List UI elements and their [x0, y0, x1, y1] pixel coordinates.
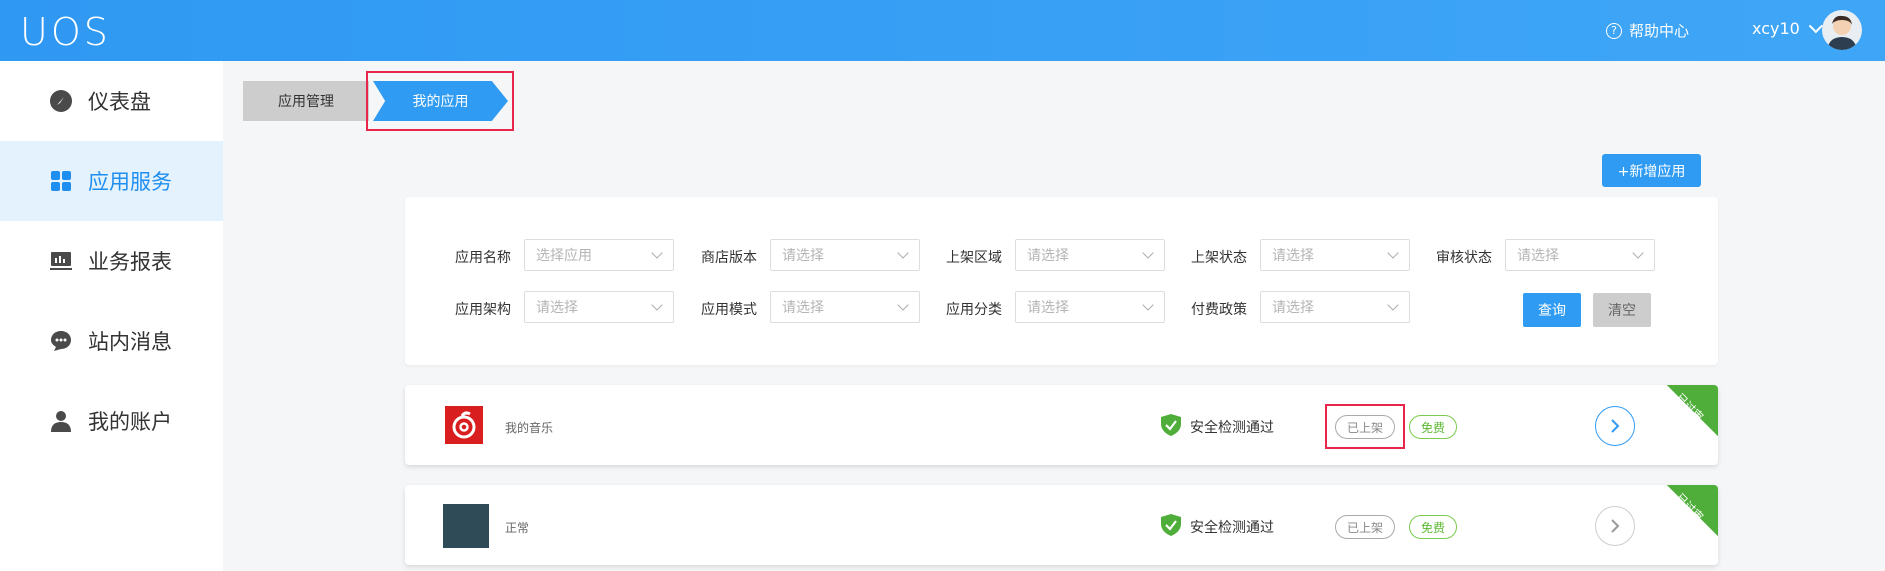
- query-button[interactable]: 查询: [1523, 293, 1581, 327]
- user-menu[interactable]: xcy10: [1752, 18, 1823, 38]
- shield-check-icon: [1160, 513, 1182, 541]
- region-select[interactable]: 请选择: [1015, 239, 1165, 271]
- select-placeholder: 选择应用: [536, 248, 592, 264]
- select-placeholder: 请选择: [782, 248, 824, 264]
- app-name-select[interactable]: 选择应用: [524, 239, 674, 271]
- select-placeholder: 请选择: [1517, 248, 1559, 264]
- sidebar-item-reports[interactable]: 业务报表: [0, 221, 223, 301]
- sidebar-item-label: 应用服务: [88, 170, 172, 194]
- filter-panel: 应用名称 选择应用 商店版本 请选择 上架区域 请选择 上架状态 请选择 审核状…: [405, 197, 1718, 365]
- chevron-down-icon: [897, 247, 909, 259]
- chevron-down-icon: [1142, 299, 1154, 311]
- chevron-down-icon: [1387, 247, 1399, 259]
- pricing-select[interactable]: 请选择: [1260, 291, 1410, 323]
- app-row[interactable]: 正常 安全检测通过 已上架 免费 已过审: [405, 485, 1718, 565]
- filter-label-shelf-status: 上架状态: [1191, 250, 1247, 266]
- detail-button[interactable]: [1595, 406, 1635, 446]
- filter-label-pricing: 付费政策: [1191, 302, 1247, 318]
- filter-label-app-name: 应用名称: [455, 250, 511, 266]
- monitor-icon: [48, 248, 74, 274]
- filter-label-region: 上架区域: [946, 250, 1002, 266]
- filter-label-category: 应用分类: [946, 302, 1002, 318]
- price-badge: 免费: [1409, 515, 1458, 539]
- highlight-box: [1325, 404, 1405, 449]
- mode-select[interactable]: 请选择: [770, 291, 920, 323]
- dashboard-icon: [48, 88, 74, 114]
- help-label: 帮助中心: [1629, 22, 1690, 40]
- select-placeholder: 请选择: [1272, 248, 1314, 264]
- sidebar-item-dashboard[interactable]: 仪表盘: [0, 61, 223, 141]
- filter-label-mode: 应用模式: [701, 302, 757, 318]
- filter-label-store-version: 商店版本: [701, 250, 757, 266]
- select-placeholder: 请选择: [1027, 300, 1069, 316]
- select-placeholder: 请选择: [1272, 300, 1314, 316]
- arch-select[interactable]: 请选择: [524, 291, 674, 323]
- filter-label-arch: 应用架构: [455, 302, 511, 318]
- select-placeholder: 请选择: [1027, 248, 1069, 264]
- clear-button[interactable]: 清空: [1593, 293, 1651, 327]
- message-icon: [48, 328, 74, 354]
- app-icon: [443, 504, 489, 548]
- top-header: UOS ? 帮助中心 xcy10: [0, 0, 1885, 61]
- store-version-select[interactable]: 请选择: [770, 239, 920, 271]
- sidebar-item-label: 站内消息: [88, 330, 172, 354]
- select-placeholder: 请选择: [536, 300, 578, 316]
- sidebar-item-app-service[interactable]: 应用服务: [0, 141, 223, 221]
- sidebar-item-label: 仪表盘: [88, 90, 151, 114]
- help-center-link[interactable]: ? 帮助中心: [1606, 20, 1689, 41]
- security-label: 安全检测通过: [1190, 520, 1274, 536]
- grid-icon: [48, 168, 74, 194]
- app-row[interactable]: 我的音乐 安全检测通过 已上架 免费 已过审: [405, 385, 1718, 465]
- add-app-button[interactable]: +新增应用: [1602, 154, 1701, 187]
- chevron-down-icon: [1142, 247, 1154, 259]
- select-placeholder: 请选择: [782, 300, 824, 316]
- breadcrumb-app-management[interactable]: 应用管理: [243, 81, 369, 121]
- chevron-down-icon: [897, 299, 909, 311]
- user-icon: [48, 408, 74, 434]
- filter-label-review-status: 审核状态: [1436, 250, 1492, 266]
- sidebar-item-label: 业务报表: [88, 250, 172, 274]
- shield-check-icon: [1160, 413, 1182, 441]
- app-name: 正常: [505, 521, 530, 535]
- question-icon: ?: [1606, 22, 1622, 39]
- chevron-right-icon: [1611, 519, 1620, 533]
- category-select[interactable]: 请选择: [1015, 291, 1165, 323]
- review-status-select[interactable]: 请选择: [1505, 239, 1655, 271]
- chevron-down-icon: [1387, 299, 1399, 311]
- security-status: 安全检测通过: [1160, 513, 1274, 541]
- security-status: 安全检测通过: [1160, 413, 1274, 441]
- sidebar-item-messages[interactable]: 站内消息: [0, 301, 223, 381]
- music-app-icon: [445, 406, 483, 444]
- shelf-status-badge: 已上架: [1335, 515, 1396, 539]
- avatar[interactable]: [1822, 10, 1862, 50]
- app-name: 我的音乐: [505, 421, 554, 435]
- detail-button[interactable]: [1595, 506, 1635, 546]
- chevron-down-icon: [651, 299, 663, 311]
- chevron-down-icon: [1808, 18, 1823, 33]
- chevron-down-icon: [651, 247, 663, 259]
- sidebar: 仪表盘 应用服务 业务报表 站内消息 我的账户: [0, 61, 223, 571]
- app-logo[interactable]: UOS: [20, 10, 111, 54]
- security-label: 安全检测通过: [1190, 420, 1274, 436]
- chevron-down-icon: [1632, 247, 1644, 259]
- username: xcy10: [1752, 19, 1800, 38]
- price-badge: 免费: [1409, 415, 1458, 439]
- highlight-box: [366, 71, 514, 131]
- chevron-right-icon: [1611, 419, 1620, 433]
- shelf-status-select[interactable]: 请选择: [1260, 239, 1410, 271]
- sidebar-item-label: 我的账户: [88, 410, 172, 434]
- sidebar-item-account[interactable]: 我的账户: [0, 381, 223, 461]
